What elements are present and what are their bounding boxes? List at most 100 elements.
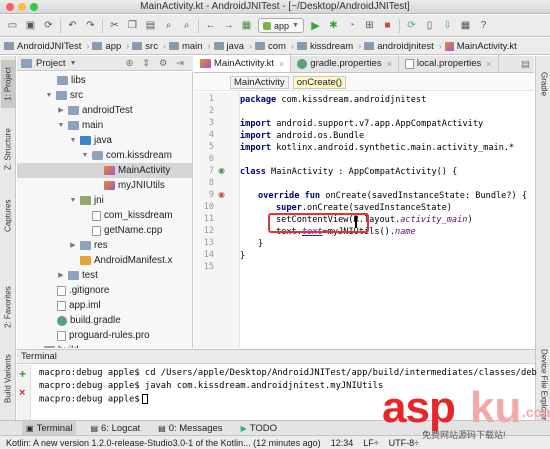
make-project-icon[interactable]: ▦ <box>240 19 253 32</box>
terminal-line: macpro:debug apple$ <box>39 394 148 405</box>
tree-item[interactable]: app.iml <box>57 298 101 313</box>
breadcrumb-item[interactable]: java <box>213 41 244 52</box>
forward-icon[interactable]: → <box>222 19 235 32</box>
logcat-tool-tab[interactable]: ▤ 6: Logcat <box>86 421 144 435</box>
todo-tool-tab[interactable]: ▶ TODO <box>237 421 281 435</box>
class-gutter-icon[interactable]: ◉ <box>218 166 225 175</box>
find-icon[interactable]: ⌕ <box>162 19 175 32</box>
copy-icon[interactable]: ❐ <box>126 19 139 32</box>
project-view-select[interactable]: Project <box>36 58 66 69</box>
tab-mainactivity[interactable]: MainActivity.kt × <box>194 55 292 72</box>
breadcrumb-item[interactable]: com <box>254 41 286 52</box>
android-icon <box>263 21 271 30</box>
breadcrumb-item[interactable]: kissdream <box>296 41 353 52</box>
chevron-down-icon[interactable]: ▼ <box>57 118 65 133</box>
close-session-icon[interactable]: × <box>19 387 25 399</box>
profile-icon[interactable]: ◔ <box>345 19 358 32</box>
close-icon[interactable]: × <box>486 59 491 69</box>
undo-icon[interactable]: ↶ <box>66 19 79 32</box>
tree-item[interactable]: ▶build <box>33 343 79 348</box>
avd-manager-icon[interactable]: ▯ <box>423 19 436 32</box>
line-separator[interactable]: LF÷ <box>363 438 378 448</box>
chevron-right-icon[interactable]: ▶ <box>69 238 77 253</box>
tree-item[interactable]: ▼ src <box>45 88 84 103</box>
favorites-tool-tab[interactable]: 2: Favorites <box>1 276 15 338</box>
status-message[interactable]: Kotlin: A new version 1.2.0-release-Stud… <box>6 438 321 448</box>
close-icon[interactable]: × <box>279 59 284 69</box>
structure-tool-tab[interactable]: Z: Structure <box>1 118 15 180</box>
tree-item[interactable]: proguard-rules.pro <box>57 328 150 343</box>
debug-icon[interactable]: ✱ <box>327 19 340 32</box>
tree-item[interactable]: AndroidManifest.x <box>80 253 172 268</box>
tree-item[interactable]: getName.cpp <box>92 223 162 238</box>
save-all-icon[interactable]: ▣ <box>24 19 37 32</box>
captures-tool-tab[interactable]: Captures <box>1 194 15 238</box>
project-tree: libs ▼ src ▶ androidTest ▼ main ▼ java ▼ com.… <box>17 72 193 348</box>
tab-gradle-properties[interactable]: gradle.properties × <box>291 55 399 72</box>
tree-item[interactable]: ▼ jni <box>69 193 104 208</box>
panel-actions-icons[interactable]: ⊕ ⇕ ⚙ ⇥ <box>126 58 187 69</box>
gradle-sync-icon[interactable]: ⟳ <box>405 19 418 32</box>
back-icon[interactable]: ← <box>204 19 217 32</box>
project-tool-tab[interactable]: 1: Project <box>1 60 15 108</box>
chevron-right-icon[interactable]: ▶ <box>33 343 41 348</box>
chevron-down-icon[interactable]: ▼ <box>81 148 89 163</box>
tree-item[interactable]: myJNIUtils <box>104 178 165 193</box>
terminal-tool-tab[interactable]: ▣ Terminal <box>22 421 77 435</box>
chevron-down-icon[interactable]: ▼ <box>69 133 77 148</box>
breadcrumb-item[interactable]: androidjnitest <box>364 41 434 52</box>
tab-local-properties[interactable]: local.properties × <box>399 55 499 72</box>
tree-item[interactable]: com_kissdream <box>92 208 173 223</box>
chevron-down-icon[interactable]: ▼ <box>69 193 77 208</box>
file-encoding[interactable]: UTF-8÷ <box>389 438 419 448</box>
chevron-down-icon[interactable]: ▼ <box>45 88 53 103</box>
tree-item[interactable]: ▼ com.kissdream <box>81 148 172 163</box>
tree-item[interactable]: build.gradle <box>57 313 121 328</box>
tree-item[interactable]: ▼ main <box>57 118 104 133</box>
close-window-icon[interactable] <box>6 3 14 11</box>
breadcrumb-item[interactable]: MainActivity.kt <box>444 41 517 52</box>
breadcrumb-class[interactable]: MainActivity <box>230 75 289 89</box>
redo-icon[interactable]: ↷ <box>84 19 97 32</box>
terminal-output[interactable]: macpro:debug apple$ cd /Users/apple/Desk… <box>17 365 537 420</box>
open-folder-icon[interactable]: ▭ <box>6 19 19 32</box>
paste-icon[interactable]: ▤ <box>144 19 157 32</box>
build-variants-tool-tab[interactable]: Build Variants <box>1 346 15 412</box>
breadcrumb-item[interactable]: src <box>132 41 158 52</box>
chevron-right-icon[interactable]: ▶ <box>57 103 65 118</box>
cut-icon[interactable]: ✂ <box>108 19 121 32</box>
tree-item[interactable]: ▶ res <box>69 238 107 253</box>
tab-list-icon[interactable]: ▤ <box>521 59 530 70</box>
tree-item[interactable]: libs <box>57 73 86 88</box>
attach-debugger-icon[interactable]: ⊞ <box>363 19 376 32</box>
messages-tool-tab[interactable]: ▤ 0: Messages <box>154 421 226 435</box>
caret-position[interactable]: 12:34 <box>331 438 354 448</box>
breadcrumb-method[interactable]: onCreate() <box>292 75 347 89</box>
breadcrumb-item[interactable]: app <box>92 41 121 52</box>
minimize-window-icon[interactable] <box>18 3 26 11</box>
sdk-manager-icon[interactable]: ⇩ <box>441 19 454 32</box>
stop-icon[interactable]: ■ <box>381 19 394 32</box>
tree-item[interactable]: ▶ androidTest <box>57 103 132 118</box>
run-configuration-select[interactable]: app ▼ <box>258 18 304 33</box>
breadcrumb-item[interactable]: main <box>168 41 203 52</box>
help-icon[interactable]: ? <box>477 19 490 32</box>
tree-item[interactable]: .gitignore <box>57 283 109 298</box>
gradle-tool-tab[interactable]: Gradle <box>537 64 550 104</box>
tree-item[interactable]: ▼ java <box>69 133 112 148</box>
override-gutter-icon[interactable]: ◉ <box>218 190 225 199</box>
new-session-icon[interactable]: + <box>19 367 26 381</box>
tree-item[interactable]: ▶ test <box>57 268 98 283</box>
chevron-right-icon[interactable]: ▶ <box>57 268 65 283</box>
close-icon[interactable]: × <box>387 59 392 69</box>
tree-item[interactable]: MainActivity <box>17 163 192 178</box>
kotlin-file-icon <box>444 41 454 51</box>
zoom-window-icon[interactable] <box>30 3 38 11</box>
gradle-file-icon <box>57 315 67 326</box>
sync-icon[interactable]: ⟳ <box>42 19 55 32</box>
breadcrumb-item[interactable]: AndroidJNITest <box>4 41 81 52</box>
project-structure-icon[interactable]: ▦ <box>459 19 472 32</box>
run-icon[interactable]: ▶ <box>309 19 322 32</box>
chevron-down-icon[interactable]: ▼ <box>70 60 77 67</box>
replace-icon[interactable]: ⌕ <box>180 19 193 32</box>
